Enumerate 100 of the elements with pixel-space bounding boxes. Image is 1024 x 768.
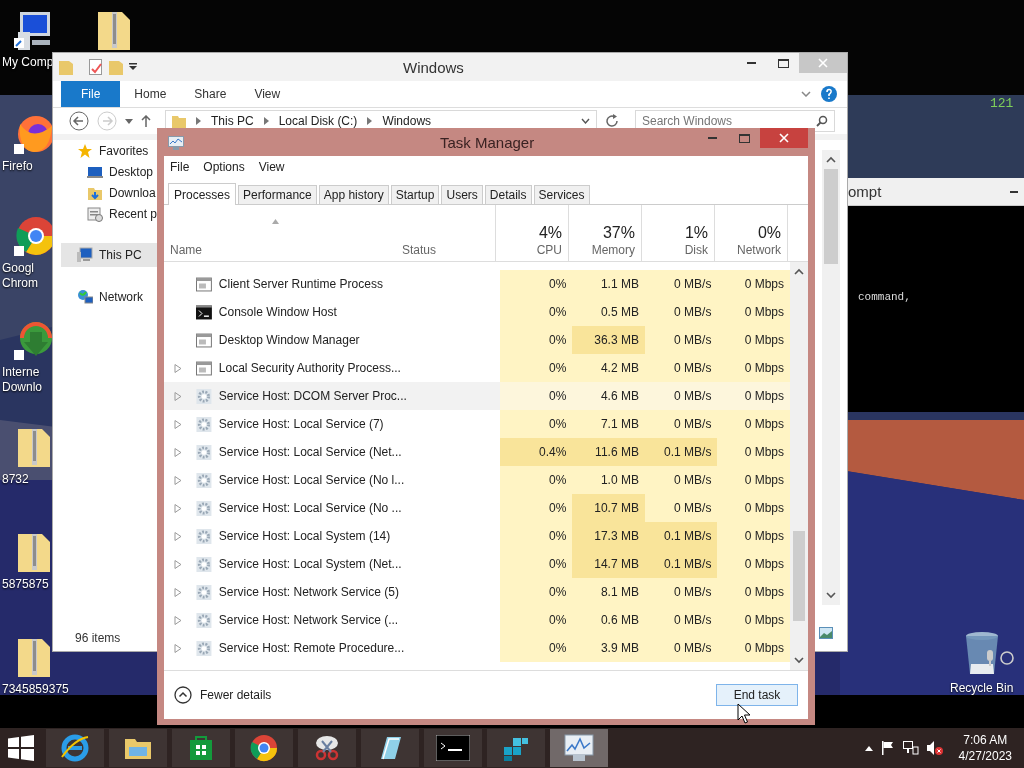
table-cell: 1.0 MB <box>572 466 645 494</box>
scroll-thumb[interactable] <box>793 531 805 621</box>
dropdown-icon[interactable] <box>125 118 133 124</box>
table-cell: 0 MB/s <box>644 494 718 522</box>
taskbar-button[interactable] <box>487 729 545 767</box>
clock-date[interactable]: 4/27/2023 <box>958 748 1012 764</box>
table-cell: 8.1 MB <box>572 578 645 606</box>
nav-item[interactable]: Desktop <box>85 161 156 182</box>
dropdown-icon[interactable] <box>581 118 590 124</box>
expand-icon[interactable] <box>174 419 182 429</box>
process-row[interactable]: Service Host: Network Service (5) 0% 8.1 MB 0 MB/s 0 Mbps <box>164 578 790 606</box>
scroll-down-icon[interactable] <box>794 657 804 664</box>
column-header[interactable]: Network <box>737 243 781 257</box>
process-row[interactable]: Service Host: DCOM Server Proc... 0% 4.6 MB 0 MB/s 0 Mbps <box>164 382 790 410</box>
process-row[interactable]: Service Host: Local Service (No ... 0% 10.7 MB 0 MB/s 0 Mbps <box>164 494 790 522</box>
expand-icon[interactable] <box>174 587 182 597</box>
ribbon-tab[interactable]: View <box>240 81 295 107</box>
close-button[interactable] <box>760 128 808 148</box>
tab[interactable]: Details <box>484 185 532 204</box>
menu-item[interactable]: View <box>258 160 285 178</box>
tab[interactable]: Startup <box>390 185 440 204</box>
process-row[interactable]: Service Host: Local Service (No l... 0% 1.0 MB 0 MB/s 0 Mbps <box>164 466 790 494</box>
scroll-up-icon[interactable] <box>794 268 804 275</box>
process-row[interactable]: Service Host: Local Service (7) 0% 7.1 MB 0 MB/s 0 Mbps <box>164 410 790 438</box>
taskbar-button[interactable] <box>235 729 293 767</box>
process-row[interactable]: Console Window Host 0% 0.5 MB 0 MB/s 0 Mbps <box>164 298 790 326</box>
column-header[interactable]: Memory <box>591 243 635 257</box>
thumbnail-view-icon[interactable] <box>819 627 833 639</box>
column-header[interactable]: CPU <box>536 243 562 257</box>
breadcrumb[interactable]: Local Disk (C:) <box>278 114 358 128</box>
process-row[interactable]: Service Host: Local Service (Net... 0.4% 11.6 MB 0.1 MB/s 0 Mbps <box>164 438 790 466</box>
expand-icon[interactable] <box>174 643 182 653</box>
expand-icon[interactable] <box>174 615 182 625</box>
menu-item[interactable]: Options <box>203 160 245 178</box>
expand-icon[interactable] <box>174 503 182 513</box>
table-cell: 0 MB/s <box>644 270 718 298</box>
table-cell: 0 Mbps <box>717 550 790 578</box>
separator-icon <box>196 117 201 125</box>
taskbar-button[interactable] <box>298 729 356 767</box>
scroll-down-icon[interactable] <box>826 592 836 599</box>
flag-icon[interactable] <box>880 741 895 755</box>
nav-item[interactable]: Downloa <box>85 182 158 203</box>
breadcrumb[interactable]: This PC <box>211 114 254 128</box>
ribbon-tab[interactable]: Share <box>180 81 241 107</box>
end-task-button[interactable]: End task <box>716 684 798 706</box>
chevron-icon[interactable] <box>801 91 811 97</box>
column-header[interactable]: Name <box>170 243 202 257</box>
tab[interactable]: Processes <box>168 183 237 205</box>
gear-icon <box>195 472 212 488</box>
taskbar-button[interactable] <box>361 729 419 767</box>
network-icon[interactable] <box>902 741 919 755</box>
clock-time[interactable]: 7:06 AM <box>963 732 1008 748</box>
scroll-thumb[interactable] <box>824 169 838 264</box>
taskbar-button[interactable] <box>109 729 167 767</box>
process-row[interactable]: Service Host: Remote Procedure... 0% 3.9 MB 0 MB/s 0 Mbps <box>164 634 790 662</box>
table-cell: 0% <box>499 550 573 578</box>
close-icon <box>779 133 789 143</box>
expand-icon[interactable] <box>174 363 182 373</box>
expand-icon[interactable] <box>174 531 182 541</box>
expand-icon[interactable] <box>174 475 182 485</box>
tab[interactable]: App history <box>318 185 389 204</box>
process-row[interactable]: Service Host: Network Service (... 0% 0.6 MB 0 MB/s 0 Mbps <box>164 606 790 634</box>
nav-item[interactable]: Favorites <box>75 140 151 161</box>
column-header[interactable]: Disk <box>684 243 708 257</box>
table-cell: 0 Mbps <box>717 354 790 382</box>
menu-item[interactable]: File <box>170 160 190 178</box>
minimize-button[interactable] <box>1010 190 1018 193</box>
icon-label: Recycle Bin <box>950 681 1014 696</box>
table-cell: 0 MB/s <box>644 578 718 606</box>
up-arrow-icon[interactable] <box>141 115 151 127</box>
taskbar-button[interactable] <box>46 729 104 767</box>
ribbon-tab[interactable]: Home <box>120 81 181 107</box>
scroll-up-icon[interactable] <box>826 156 836 163</box>
process-row[interactable]: Service Host: Local System (Net... 0% 14.7 MB 0.1 MB/s 0 Mbps <box>164 550 790 578</box>
expand-icon[interactable] <box>174 559 182 569</box>
process-row[interactable]: Client Server Runtime Process 0% 1.1 MB 0 MB/s 0 Mbps <box>164 270 790 298</box>
tab[interactable]: Users <box>441 185 483 204</box>
show-hidden-icon[interactable] <box>864 745 873 751</box>
expand-icon[interactable] <box>174 447 182 457</box>
table-cell: 7.1 MB <box>572 410 645 438</box>
taskbar-button[interactable] <box>172 729 230 767</box>
nav-item[interactable]: This PC <box>61 243 160 267</box>
process-row[interactable]: Desktop Window Manager 0% 36.3 MB 0 MB/s 0 Mbps <box>164 326 790 354</box>
back-button[interactable] <box>69 111 89 131</box>
process-row[interactable]: Service Host: Local System (14) 0% 17.3 MB 0.1 MB/s 0 Mbps <box>164 522 790 550</box>
table-cell: 17.3 MB <box>572 522 645 550</box>
muted-speaker-icon[interactable] <box>926 741 943 755</box>
tab[interactable]: Performance <box>238 185 317 204</box>
scrollbar[interactable] <box>790 262 808 670</box>
process-row[interactable]: Local Security Authority Process... 0% 4.2 MB 0 MB/s 0 Mbps <box>164 354 790 382</box>
tab[interactable]: Services <box>533 185 590 204</box>
help-icon[interactable] <box>821 86 837 102</box>
table-cell: 0.5 MB <box>572 298 645 326</box>
nav-item[interactable]: Network <box>75 286 145 307</box>
column-header[interactable]: Status <box>402 243 437 257</box>
scrollbar[interactable] <box>822 150 840 605</box>
breadcrumb[interactable]: Windows <box>382 114 432 128</box>
expand-icon[interactable] <box>174 391 182 401</box>
fewer-details-button[interactable]: Fewer details <box>174 686 272 704</box>
ribbon-tab[interactable]: File <box>61 81 121 107</box>
